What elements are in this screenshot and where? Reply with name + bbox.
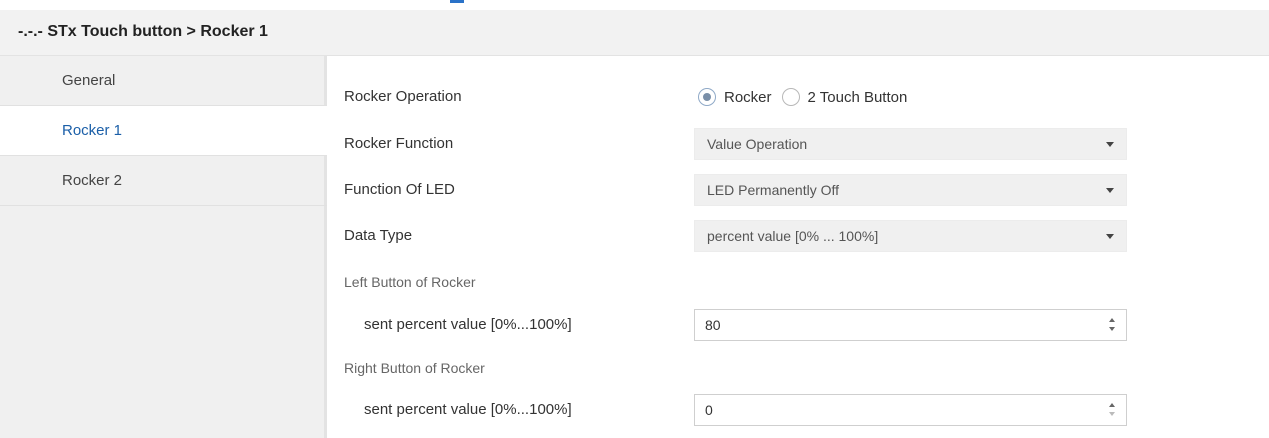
- divider: [0, 205, 327, 206]
- top-strip: [0, 0, 1269, 10]
- chevron-down-icon[interactable]: [1106, 142, 1114, 147]
- title-bar: -.-.- STx Touch button > Rocker 1: [0, 10, 1269, 56]
- function-of-led-row: Function Of LED LED Permanently Off: [330, 172, 1269, 208]
- data-type-dropdown[interactable]: percent value [0% ... 100%]: [694, 220, 1127, 252]
- function-of-led-value: LED Permanently Off: [707, 182, 840, 198]
- radio-rocker-label: Rocker: [724, 88, 772, 106]
- left-button-value-label: sent percent value [0%...100%]: [364, 316, 572, 333]
- top-accent-bar: [450, 0, 464, 3]
- spin-up-icon[interactable]: [1109, 403, 1115, 407]
- radio-2-touch-button-label: 2 Touch Button: [807, 88, 908, 106]
- sidebar-item-rocker-2[interactable]: Rocker 2: [0, 156, 327, 206]
- spin-down-icon[interactable]: [1109, 327, 1115, 331]
- chevron-down-icon[interactable]: [1106, 188, 1114, 193]
- left-button-section: Left Button of Rocker: [330, 264, 1269, 300]
- sidebar-item-label: Rocker 1: [62, 122, 123, 139]
- parameter-panel: Rocker Operation Rocker 2 Touch Button R…: [330, 56, 1269, 438]
- rocker-function-row: Rocker Function Value Operation: [330, 126, 1269, 162]
- right-button-value-spinbox[interactable]: [694, 394, 1127, 426]
- rocker-function-value: Value Operation: [707, 136, 808, 152]
- rocker-operation-row: Rocker Operation Rocker 2 Touch Button: [330, 79, 1269, 115]
- page-title: -.-.- STx Touch button > Rocker 1: [18, 23, 268, 40]
- rocker-operation-label: Rocker Operation: [344, 88, 462, 105]
- data-type-row: Data Type percent value [0% ... 100%]: [330, 218, 1269, 254]
- left-button-section-label: Left Button of Rocker: [344, 274, 476, 290]
- sidebar-item-rocker-1[interactable]: Rocker 1: [0, 106, 327, 156]
- sidebar: General Rocker 1 Rocker 2: [0, 56, 327, 438]
- rocker-function-label: Rocker Function: [344, 135, 454, 152]
- sidebar-item-general[interactable]: General: [0, 56, 327, 106]
- radio-unchecked-icon[interactable]: [781, 88, 800, 106]
- function-of-led-dropdown[interactable]: LED Permanently Off: [694, 174, 1127, 206]
- radio-checked-icon[interactable]: [698, 88, 716, 106]
- sidebar-item-label: Rocker 2: [62, 172, 123, 189]
- sidebar-item-label: General: [62, 72, 116, 89]
- right-button-value-label: sent percent value [0%...100%]: [364, 401, 572, 418]
- right-button-value-row: sent percent value [0%...100%]: [330, 392, 1269, 428]
- rocker-operation-radio-group: Rocker 2 Touch Button: [698, 79, 917, 115]
- data-type-value: percent value [0% ... 100%]: [707, 228, 879, 244]
- left-button-value-input[interactable]: [705, 310, 1065, 340]
- rocker-function-dropdown[interactable]: Value Operation: [694, 128, 1127, 160]
- spin-down-icon[interactable]: [1109, 412, 1115, 416]
- spin-up-icon[interactable]: [1109, 318, 1115, 322]
- right-button-section-label: Right Button of Rocker: [344, 360, 485, 376]
- chevron-down-icon[interactable]: [1106, 234, 1114, 239]
- radio-2-touch-button[interactable]: 2 Touch Button: [781, 88, 908, 106]
- right-button-section: Right Button of Rocker: [330, 350, 1269, 386]
- spinner-arrows[interactable]: [1108, 400, 1118, 420]
- spinner-arrows[interactable]: [1108, 315, 1118, 335]
- left-button-value-row: sent percent value [0%...100%]: [330, 307, 1269, 343]
- data-type-label: Data Type: [344, 227, 413, 244]
- radio-rocker[interactable]: Rocker: [698, 88, 772, 106]
- left-button-value-spinbox[interactable]: [694, 309, 1127, 341]
- function-of-led-label: Function Of LED: [344, 181, 455, 198]
- right-button-value-input[interactable]: [705, 395, 1065, 425]
